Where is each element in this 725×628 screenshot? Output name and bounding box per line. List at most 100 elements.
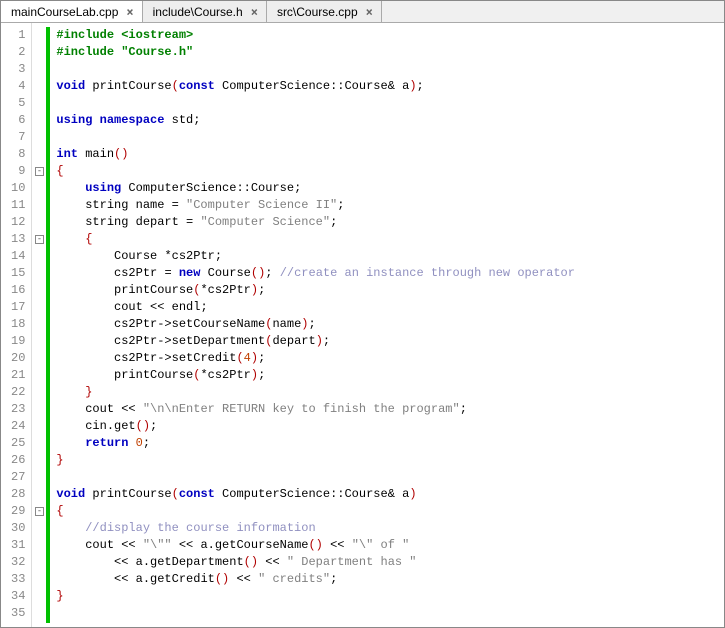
code-line[interactable]	[56, 469, 716, 486]
code-token: .	[208, 538, 215, 552]
code-token: 0	[136, 436, 143, 450]
code-token	[56, 181, 85, 195]
code-line[interactable]: << a.getDepartment() << " Department has…	[56, 554, 716, 571]
close-icon[interactable]: ×	[364, 5, 375, 19]
code-line[interactable]: int main()	[56, 146, 716, 163]
code-line[interactable]: {	[56, 163, 716, 180]
tab-0[interactable]: mainCourseLab.cpp ×	[1, 1, 143, 22]
code-line[interactable]: using namespace std;	[56, 112, 716, 129]
fold-cell	[32, 333, 46, 350]
code-line[interactable]: void printCourse(const ComputerScience::…	[56, 78, 716, 95]
code-editor[interactable]: 1234567891011121314151617181920212223242…	[1, 23, 724, 627]
code-token: .	[143, 555, 150, 569]
fold-cell: -	[32, 231, 46, 248]
code-area[interactable]: #include <iostream>#include "Course.h" v…	[50, 23, 724, 627]
line-number: 5	[11, 95, 25, 112]
code-token	[179, 198, 186, 212]
code-token: *	[200, 283, 207, 297]
code-token	[56, 555, 114, 569]
tab-label: mainCourseLab.cpp	[11, 5, 118, 19]
code-token: ;	[258, 283, 265, 297]
code-line[interactable]: //display the course information	[56, 520, 716, 537]
code-token: {	[56, 504, 63, 518]
code-token: "\""	[143, 538, 172, 552]
code-line[interactable]: string name = "Computer Science II";	[56, 197, 716, 214]
code-line[interactable]: #include <iostream>	[56, 27, 716, 44]
code-line[interactable]: Course *cs2Ptr;	[56, 248, 716, 265]
line-number: 24	[11, 418, 25, 435]
code-line[interactable]	[56, 605, 716, 622]
line-number: 20	[11, 350, 25, 367]
line-number: 26	[11, 452, 25, 469]
code-token	[172, 538, 179, 552]
code-token: <<	[121, 402, 135, 416]
code-token: const	[179, 79, 215, 93]
code-line[interactable]: #include "Course.h"	[56, 44, 716, 61]
code-line[interactable]: cs2Ptr = new Course(); //create an insta…	[56, 265, 716, 282]
line-number: 16	[11, 282, 25, 299]
code-line[interactable]: printCourse(*cs2Ptr);	[56, 282, 716, 299]
code-line[interactable]	[56, 129, 716, 146]
code-line[interactable]: cout << "\"" << a.getCourseName() << "\"…	[56, 537, 716, 554]
code-line[interactable]: void printCourse(const ComputerScience::…	[56, 486, 716, 503]
fold-toggle-icon[interactable]: -	[35, 167, 44, 176]
tab-2[interactable]: src\Course.cpp×	[267, 1, 382, 22]
code-token: cs2Ptr	[172, 249, 215, 263]
code-line[interactable]: }	[56, 588, 716, 605]
code-line[interactable]	[56, 95, 716, 112]
fold-toggle-icon[interactable]: -	[35, 235, 44, 244]
code-token: =	[164, 266, 171, 280]
code-line[interactable]: cs2Ptr->setCredit(4);	[56, 350, 716, 367]
line-number: 12	[11, 214, 25, 231]
code-token: cs2Ptr	[56, 266, 164, 280]
line-number: 1	[11, 27, 25, 44]
code-line[interactable]: string depart = "Computer Science";	[56, 214, 716, 231]
code-line[interactable]: cin.get();	[56, 418, 716, 435]
close-icon[interactable]: ×	[249, 5, 260, 19]
code-line[interactable]: }	[56, 452, 716, 469]
code-line[interactable]: {	[56, 503, 716, 520]
line-number: 17	[11, 299, 25, 316]
code-line[interactable]: return 0;	[56, 435, 716, 452]
fold-cell	[32, 435, 46, 452]
code-token: ;	[308, 317, 315, 331]
code-token	[92, 113, 99, 127]
code-token: ()	[251, 266, 265, 280]
fold-cell	[32, 520, 46, 537]
code-token: }	[56, 453, 63, 467]
code-line[interactable]: cout << endl;	[56, 299, 716, 316]
code-token: {	[85, 232, 92, 246]
fold-cell	[32, 27, 46, 44]
code-token: ;	[193, 113, 200, 127]
line-number: 13	[11, 231, 25, 248]
code-token: //create an instance through new operato…	[280, 266, 575, 280]
code-line[interactable]: printCourse(*cs2Ptr);	[56, 367, 716, 384]
line-number: 32	[11, 554, 25, 571]
tab-label: include\Course.h	[153, 5, 243, 19]
code-line[interactable]: cs2Ptr->setCourseName(name);	[56, 316, 716, 333]
code-token: " Department has "	[287, 555, 417, 569]
code-token: )	[251, 283, 258, 297]
code-token	[345, 538, 352, 552]
code-line[interactable]: << a.getCredit() << " credits";	[56, 571, 716, 588]
code-line[interactable]	[56, 61, 716, 78]
line-number: 28	[11, 486, 25, 503]
code-token: }	[85, 385, 92, 399]
code-token: <<	[179, 538, 193, 552]
fold-toggle-icon[interactable]: -	[35, 507, 44, 516]
code-line[interactable]: }	[56, 384, 716, 401]
code-line[interactable]: using ComputerScience::Course;	[56, 180, 716, 197]
fold-cell: -	[32, 503, 46, 520]
tab-1[interactable]: include\Course.h ×	[143, 1, 267, 22]
line-number: 33	[11, 571, 25, 588]
code-token: printCourse	[56, 368, 193, 382]
code-line[interactable]: {	[56, 231, 716, 248]
close-icon[interactable]: ×	[124, 5, 135, 19]
code-token: ;	[150, 419, 157, 433]
code-line[interactable]: cout << "\n\nEnter RETURN key to finish …	[56, 401, 716, 418]
fold-cell: -	[32, 163, 46, 180]
code-token: ;	[330, 572, 337, 586]
fold-cell	[32, 401, 46, 418]
code-line[interactable]: cs2Ptr->setDepartment(depart);	[56, 333, 716, 350]
fold-cell	[32, 384, 46, 401]
